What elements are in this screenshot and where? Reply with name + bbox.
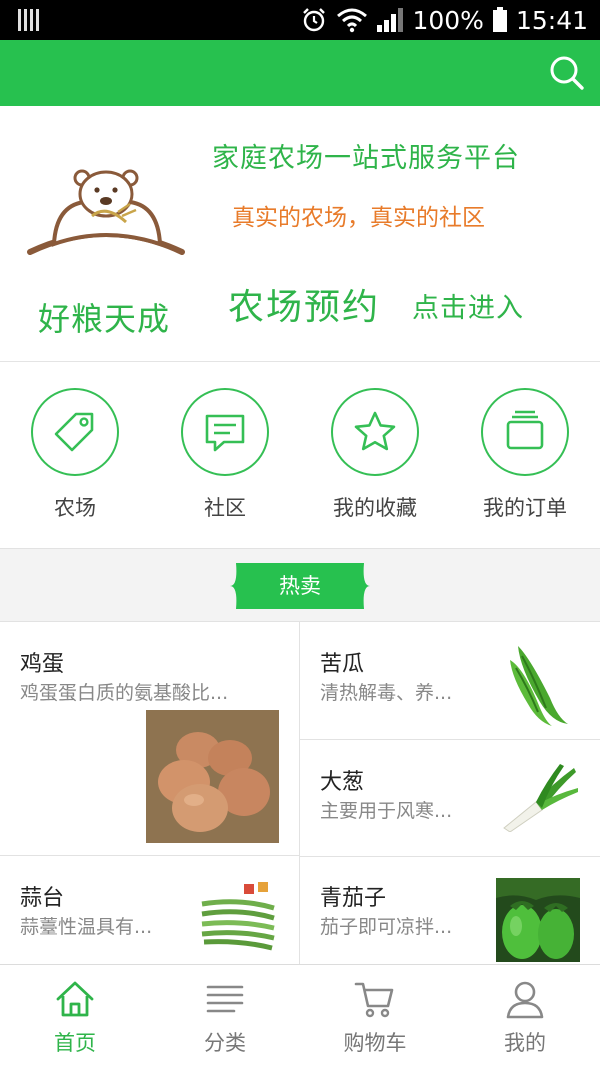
alarm-icon bbox=[303, 8, 326, 32]
star-icon bbox=[354, 411, 396, 451]
green-eggplant-image bbox=[496, 878, 580, 962]
entry-label: 农场 bbox=[54, 496, 96, 520]
nav-category[interactable]: 分类 bbox=[150, 965, 300, 1067]
quick-entries: 农场 社区 我的收藏 我的订单 bbox=[0, 362, 600, 548]
search-button[interactable] bbox=[548, 54, 586, 92]
entry-label: 社区 bbox=[204, 496, 246, 520]
nav-home[interactable]: 首页 bbox=[0, 965, 150, 1067]
nav-label: 购物车 bbox=[343, 1031, 407, 1055]
signal-icon bbox=[377, 8, 404, 32]
bottom-navigation: 首页 分类 购物车 我的 bbox=[0, 964, 600, 1067]
wifi-icon bbox=[337, 8, 368, 33]
product-grid: 鸡蛋 鸡蛋蛋白质的氨基酸比... 苦瓜 清热解毒、养... 大葱 主要用于风寒.… bbox=[0, 622, 600, 964]
product-desc: 蒜薹性温具有... bbox=[20, 916, 153, 938]
farm-booking-title: 农场预约 bbox=[228, 287, 381, 328]
tag-icon bbox=[54, 412, 94, 452]
app-header bbox=[0, 40, 600, 106]
nav-label: 分类 bbox=[204, 1031, 246, 1055]
entry-farm[interactable]: 农场 bbox=[0, 388, 150, 522]
garlic-scape-image bbox=[200, 878, 276, 954]
hot-tag: 热卖 bbox=[230, 563, 370, 609]
brand-name: 好粮天成 bbox=[38, 300, 171, 338]
entry-label: 我的收藏 bbox=[333, 496, 417, 520]
nav-mine[interactable]: 我的 bbox=[450, 965, 600, 1067]
product-name: 大葱 bbox=[320, 770, 365, 795]
clock-time: 15:41 bbox=[515, 5, 588, 35]
product-desc: 茄子即可凉拌... bbox=[320, 916, 453, 938]
list-icon bbox=[206, 985, 244, 1013]
nav-label: 首页 bbox=[54, 1031, 96, 1055]
user-icon bbox=[506, 981, 544, 1019]
entry-favorites[interactable]: 我的收藏 bbox=[300, 388, 450, 522]
product-name: 苦瓜 bbox=[320, 652, 365, 677]
cart-icon bbox=[354, 982, 394, 1018]
hot-section-header: 热卖 bbox=[0, 548, 600, 622]
farm-booking-banner[interactable]: 好粮天成 家庭农场一站式服务平台 真实的农场，真实的社区 农场预约 点击进入 bbox=[0, 106, 600, 362]
product-name: 蒜台 bbox=[20, 886, 65, 911]
orders-icon bbox=[506, 410, 544, 450]
click-enter-link[interactable]: 点击进入 bbox=[412, 286, 524, 325]
notification-icon bbox=[18, 9, 40, 31]
battery-icon bbox=[492, 7, 507, 32]
nav-label: 我的 bbox=[504, 1031, 546, 1055]
banner-slogan-sub: 真实的农场，真实的社区 bbox=[232, 205, 485, 231]
entry-community[interactable]: 社区 bbox=[150, 388, 300, 522]
product-desc: 鸡蛋蛋白质的氨基酸比... bbox=[20, 682, 229, 704]
banner-slogan-main: 家庭农场一站式服务平台 bbox=[212, 143, 520, 174]
product-name: 青茄子 bbox=[320, 886, 387, 911]
product-desc: 清热解毒、养... bbox=[320, 682, 453, 704]
product-desc: 主要用于风寒... bbox=[320, 800, 453, 822]
nav-cart[interactable]: 购物车 bbox=[300, 965, 450, 1067]
battery-percent: 100% bbox=[412, 5, 484, 35]
search-icon bbox=[550, 56, 584, 90]
bear-logo-icon bbox=[27, 169, 185, 255]
status-bar: 100% 15:41 bbox=[0, 0, 600, 40]
home-icon bbox=[56, 981, 94, 1017]
chat-icon bbox=[205, 414, 245, 452]
hot-label: 热卖 bbox=[279, 574, 321, 598]
eggs-image bbox=[146, 710, 279, 843]
entry-orders[interactable]: 我的订单 bbox=[450, 388, 600, 522]
bitter-melon-image bbox=[500, 638, 580, 728]
scallion-image bbox=[500, 762, 580, 832]
product-name: 鸡蛋 bbox=[20, 652, 65, 677]
entry-label: 我的订单 bbox=[483, 496, 567, 520]
